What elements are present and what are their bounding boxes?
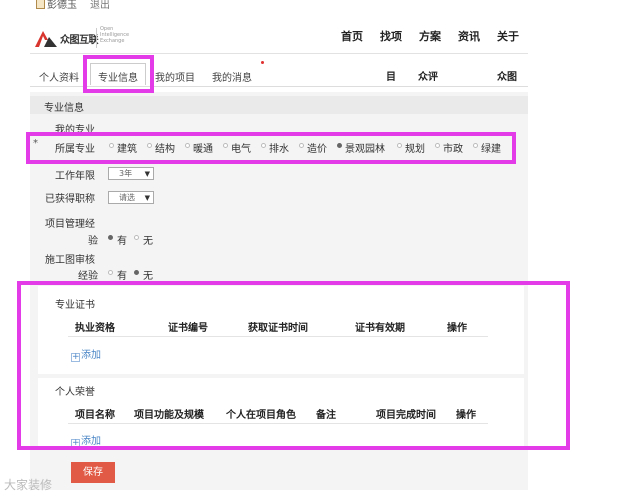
logo-subtitle: Open Intelligence Exchange	[100, 26, 130, 44]
nav-home[interactable]: 首页	[341, 28, 363, 44]
right-link-zhongtu[interactable]: 众图	[497, 68, 517, 83]
document-icon	[36, 0, 45, 9]
save-button[interactable]: 保存	[71, 462, 115, 483]
years-select-value: 3年	[119, 169, 133, 178]
logo-icon[interactable]	[35, 29, 57, 47]
tab-my-messages[interactable]: 我的消息	[212, 69, 252, 84]
title-obtained-value: 请选	[119, 193, 135, 202]
nav-find-projects[interactable]: 找项	[380, 28, 402, 44]
title-obtained-label: 已获得职称	[45, 194, 95, 205]
review-experience-label-2: 经验	[78, 271, 98, 282]
pm-experience-no-label[interactable]: 无	[143, 232, 153, 247]
pm-experience-no-radio[interactable]	[134, 235, 139, 240]
nav-solutions[interactable]: 方案	[419, 28, 441, 44]
years-label: 工作年限	[55, 171, 95, 182]
panel-title: 专业信息	[44, 103, 84, 114]
pm-experience-yes-label[interactable]: 有	[117, 232, 127, 247]
notification-dot	[261, 61, 264, 64]
logo-text[interactable]: 众图互联	[60, 31, 99, 46]
pm-experience-yes-radio[interactable]	[108, 235, 113, 240]
right-link-reviews[interactable]: 众评	[418, 68, 438, 83]
pm-experience-label-1: 项目管理经	[45, 219, 95, 230]
header-divider	[30, 53, 528, 54]
review-experience-yes-label[interactable]: 有	[117, 267, 127, 282]
right-link-projects[interactable]: 目	[386, 68, 396, 83]
nav-news[interactable]: 资讯	[458, 28, 480, 44]
logo-separator	[96, 28, 97, 48]
years-select[interactable]: 3年 ▼	[108, 167, 154, 180]
nav-about[interactable]: 关于	[497, 28, 519, 44]
logout-link[interactable]: 退出	[90, 0, 110, 11]
highlight-cert-honor-sections	[17, 281, 570, 450]
tab-my-projects[interactable]: 我的项目	[155, 69, 195, 84]
review-experience-yes-radio[interactable]	[108, 270, 113, 275]
highlight-active-tab	[83, 55, 154, 93]
username[interactable]: 彭德玉	[47, 0, 77, 11]
review-experience-label-1: 施工图审核	[45, 255, 95, 266]
review-experience-no-label[interactable]: 无	[143, 267, 153, 282]
dropdown-arrow-icon: ▼	[144, 194, 150, 202]
review-experience-no-radio[interactable]	[134, 270, 139, 275]
watermark: 大家装修	[4, 478, 53, 492]
highlight-specialty-row	[26, 132, 516, 164]
title-obtained-select[interactable]: 请选 ▼	[108, 191, 154, 204]
dropdown-arrow-icon: ▼	[144, 170, 150, 178]
pm-experience-label-2: 验	[88, 236, 98, 247]
tab-personal-info[interactable]: 个人资料	[39, 69, 79, 84]
top-bar: 彭德玉 退出	[0, 0, 640, 12]
panel-header	[30, 96, 528, 114]
